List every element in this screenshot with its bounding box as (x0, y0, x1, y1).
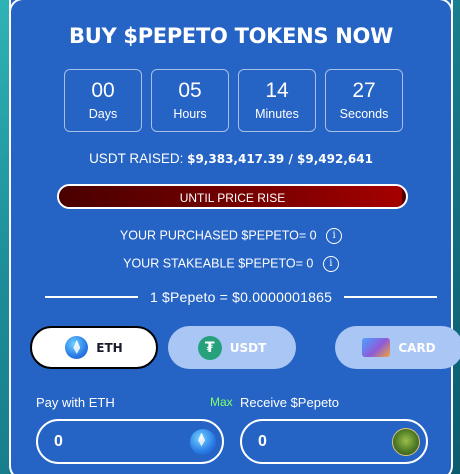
pay-eth-label: ETH (96, 340, 123, 355)
purchased-label: YOUR PURCHASED $PEPETO= 0 (119, 228, 317, 243)
countdown-label: Seconds (339, 107, 389, 121)
eth-icon (65, 336, 89, 359)
pay-label: Pay with ETH (36, 395, 115, 410)
countdown-timer: 00 Days 05 Hours 14 Minutes 27 Seconds (64, 69, 403, 132)
countdown-value: 14 (265, 79, 289, 102)
receive-amount-value: 0 (258, 432, 267, 450)
pay-amount-value: 0 (54, 432, 63, 450)
info-icon[interactable]: i (326, 228, 343, 244)
presale-widget: BUY $PEPETO TOKENS NOW 00 Days 05 Hours … (9, 0, 460, 474)
countdown-hours: 05 Hours (151, 69, 229, 132)
card-icon (362, 338, 391, 357)
presale-progress-bar: UNTIL PRICE RISE (57, 184, 408, 209)
stakeable-stat: YOUR STAKEABLE $PEPETO= 0 i (11, 256, 451, 272)
countdown-value: 00 (91, 79, 115, 102)
countdown-days: 00 Days (64, 69, 142, 132)
pay-eth-button[interactable]: ETH (30, 326, 158, 369)
eth-icon (190, 428, 216, 455)
widget-title: BUY $PEPETO TOKENS NOW (69, 24, 393, 48)
divider (45, 296, 138, 298)
pepe-icon (392, 427, 420, 456)
rate-text: 1 $Pepeto = $0.0000001865 (149, 289, 333, 305)
countdown-value: 27 (352, 79, 376, 102)
countdown-label: Hours (173, 107, 207, 121)
info-icon[interactable]: i (322, 256, 339, 272)
raised-amount: $9,383,417.39 / $9,492,641 (187, 152, 373, 166)
raised-label: USDT RAISED: (89, 151, 184, 166)
pay-card-button[interactable]: CARD (335, 326, 460, 369)
progress-label: UNTIL PRICE RISE (179, 191, 286, 205)
pay-usdt-button[interactable]: ₮ USDT (168, 326, 296, 369)
usdt-icon: ₮ (197, 335, 222, 360)
max-button[interactable]: Max (210, 395, 233, 409)
countdown-label: Minutes (255, 107, 299, 121)
usdt-raised: USDT RAISED: $9,383,417.39 / $9,492,641 (11, 151, 451, 166)
exchange-rate: 1 $Pepeto = $0.0000001865 (45, 289, 437, 305)
pay-usdt-label: USDT (229, 340, 267, 355)
receive-amount-input[interactable]: 0 (240, 419, 428, 464)
countdown-label: Days (88, 107, 118, 121)
purchased-stat: YOUR PURCHASED $PEPETO= 0 i (11, 228, 451, 244)
countdown-minutes: 14 Minutes (238, 69, 316, 132)
stakeable-label: YOUR STAKEABLE $PEPETO= 0 (123, 256, 314, 271)
pay-amount-input[interactable]: 0 (36, 419, 224, 464)
pay-card-label: CARD (398, 340, 436, 355)
countdown-value: 05 (178, 79, 202, 102)
countdown-seconds: 27 Seconds (325, 69, 403, 132)
divider (344, 296, 437, 298)
receive-label: Receive $Pepeto (240, 395, 340, 410)
